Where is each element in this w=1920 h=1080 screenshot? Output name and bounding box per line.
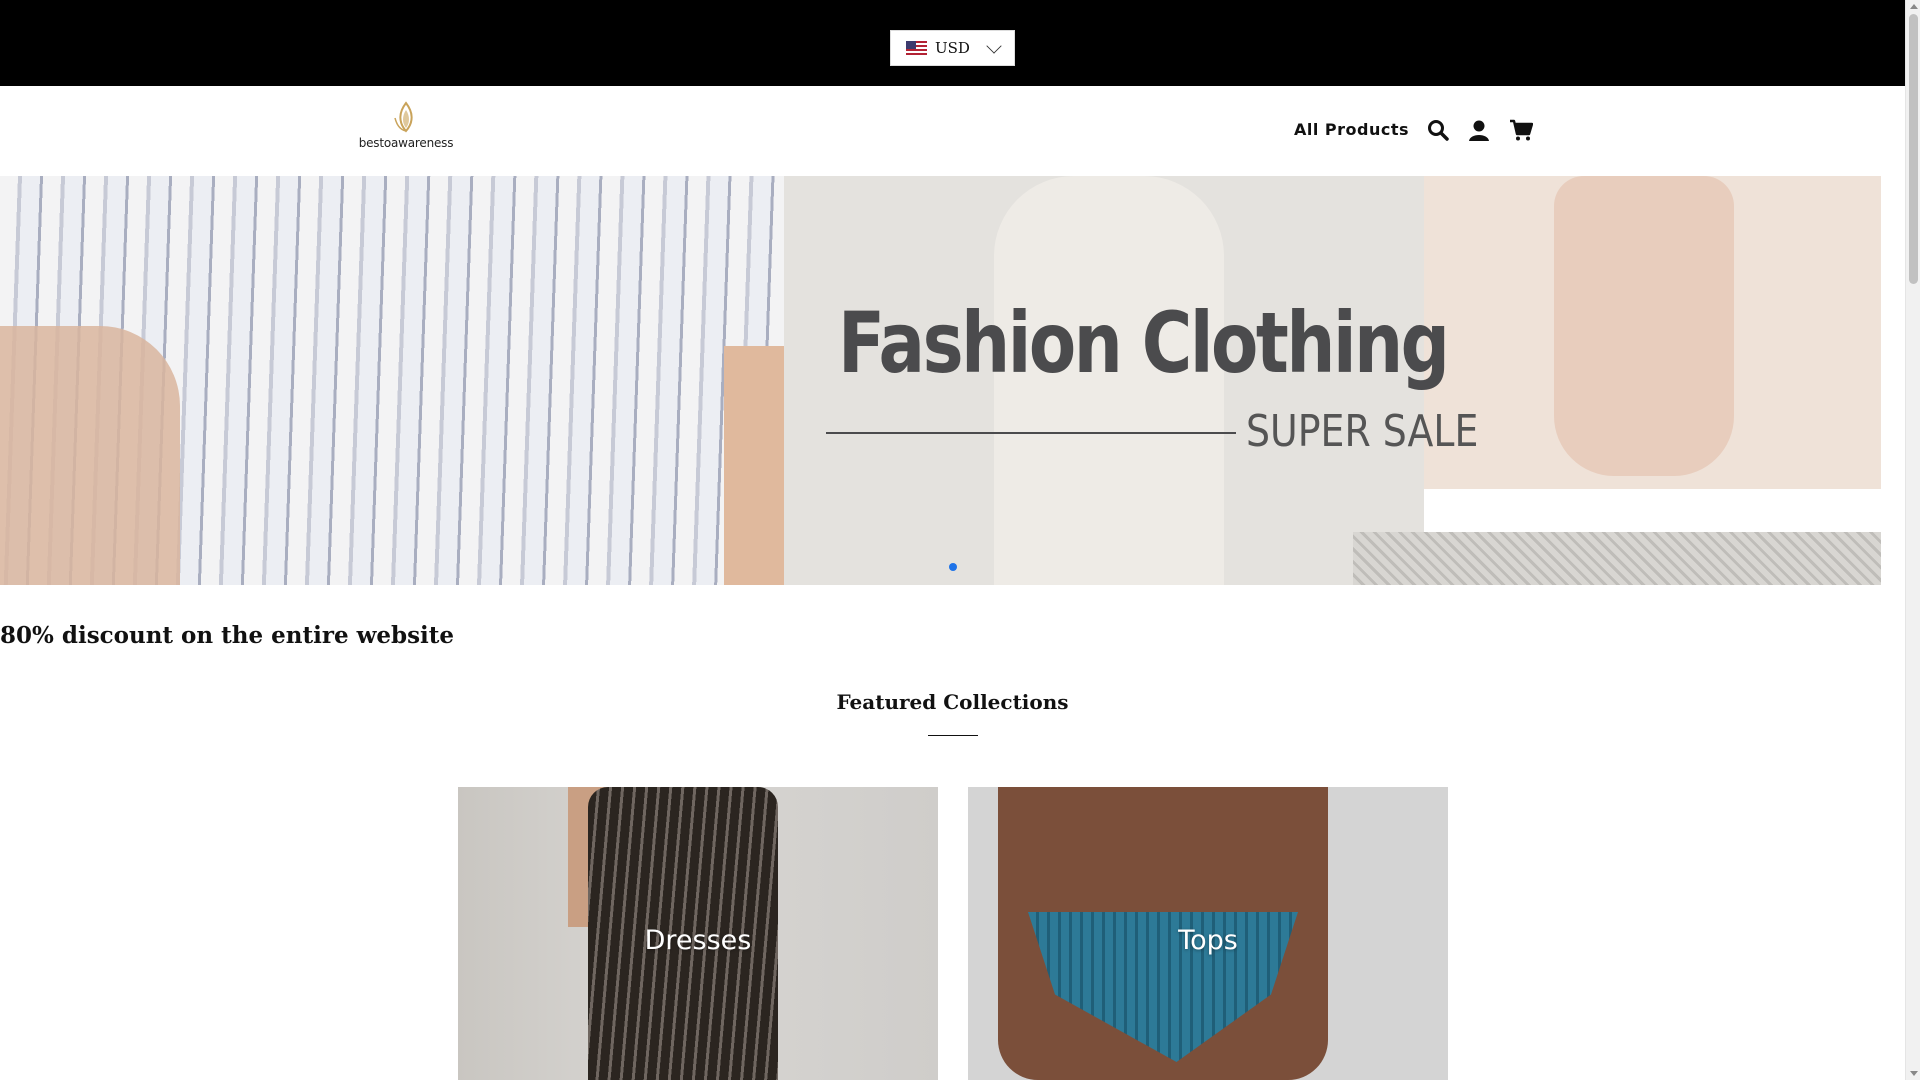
logo-mark-icon <box>394 101 413 133</box>
collection-label: Dresses <box>644 925 752 956</box>
hero-title: Fashion Clothing <box>838 294 1450 392</box>
chevron-down-icon <box>986 38 1002 54</box>
announcement-bar: USD <box>0 0 1905 86</box>
collection-label: Tops <box>1178 925 1238 956</box>
collection-card-tops[interactable]: Tops <box>968 787 1448 1080</box>
collection-card-dresses[interactable]: Dresses <box>458 787 938 1080</box>
hero-image-lace <box>1353 532 1881 585</box>
currency-label: USD <box>935 39 970 57</box>
scroll-up-icon[interactable] <box>1910 4 1918 9</box>
us-flag-icon <box>906 41 927 55</box>
featured-collections-title: Featured Collections <box>836 690 1069 714</box>
cart-icon[interactable] <box>1509 118 1533 142</box>
currency-selector[interactable]: USD <box>890 30 1015 66</box>
hero-image-nude-dress <box>1424 176 1881 489</box>
hero-image-striped-dress <box>0 176 784 585</box>
hero-slider[interactable]: Fashion Clothing SUPER SALE <box>0 176 1905 585</box>
site-header: bestoawareness All Products <box>0 86 1905 176</box>
scrollbar-thumb[interactable] <box>1909 14 1918 284</box>
search-icon[interactable] <box>1426 118 1450 142</box>
account-icon[interactable] <box>1467 118 1491 142</box>
scroll-down-icon[interactable] <box>1910 1071 1918 1076</box>
slider-dot[interactable] <box>949 563 957 571</box>
nav-all-products[interactable]: All Products <box>1294 120 1409 139</box>
hero-subtitle: SUPER SALE <box>1246 406 1479 457</box>
featured-divider <box>928 735 978 736</box>
logo-text: bestoawareness <box>358 136 454 150</box>
promo-heading: 80% discount on the entire website <box>0 622 455 649</box>
logo[interactable]: bestoawareness <box>358 100 454 160</box>
hero-divider <box>826 432 1236 434</box>
page-scrollbar[interactable] <box>1905 0 1920 1080</box>
